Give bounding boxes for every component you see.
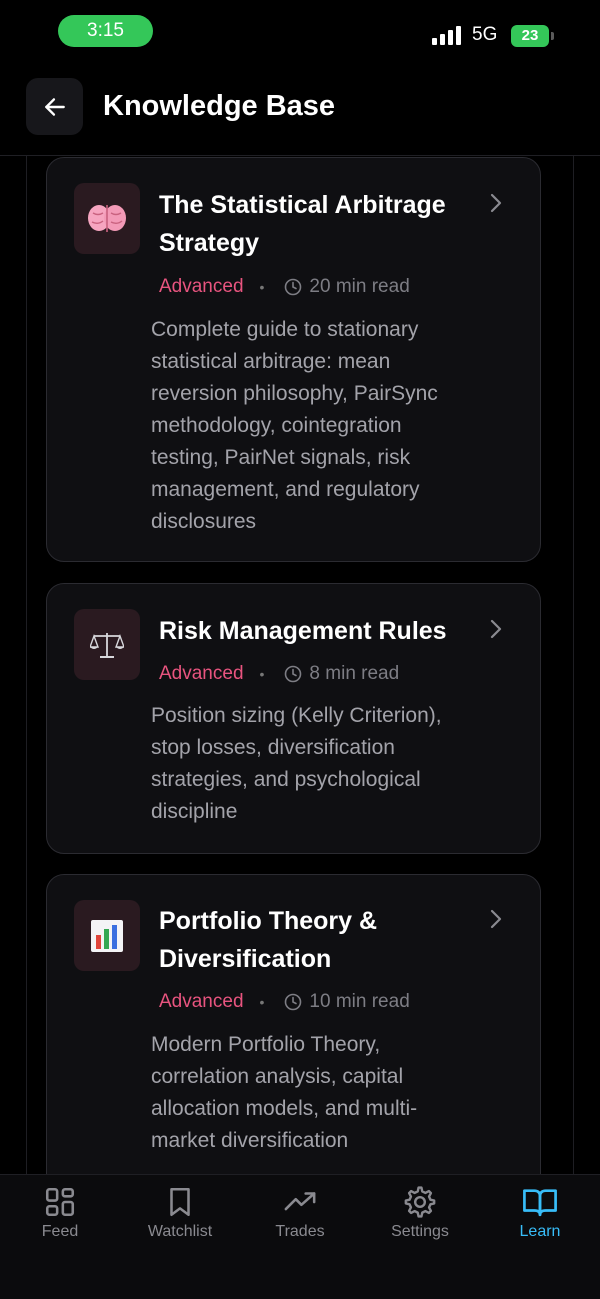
article-title-line: Risk Management Rules bbox=[159, 617, 447, 645]
brain-icon bbox=[74, 183, 140, 254]
battery-tip bbox=[551, 32, 554, 40]
article-card-risk-management[interactable]: Risk Management Rules Advanced • 8 min r… bbox=[46, 583, 541, 854]
nav-settings[interactable]: Settings bbox=[360, 1185, 480, 1255]
nav-label: Settings bbox=[391, 1223, 449, 1240]
article-meta: Advanced • 10 min read bbox=[159, 989, 410, 1015]
chevron-right-icon bbox=[490, 619, 502, 639]
article-meta: Advanced • 20 min read bbox=[159, 274, 410, 300]
description-line: testing, PairNet signals, risk bbox=[151, 446, 411, 469]
clock-icon bbox=[285, 993, 302, 1011]
description-line: reversion philosophy, PairSync bbox=[151, 382, 438, 405]
arrow-left-icon bbox=[44, 97, 65, 116]
description-line: allocation models, and multi- bbox=[151, 1097, 418, 1120]
header: Knowledge Base bbox=[0, 66, 600, 156]
nav-label: Feed bbox=[41, 1223, 79, 1240]
bar-chart-icon bbox=[74, 900, 140, 971]
article-title-line: Diversification bbox=[159, 945, 332, 973]
bookmark-icon bbox=[170, 1187, 190, 1217]
balance-scale-icon-graphic bbox=[90, 632, 124, 658]
brain-icon-graphic bbox=[88, 204, 126, 232]
article-title-line: The Statistical Arbitrage bbox=[159, 191, 446, 219]
balance-scale-icon bbox=[74, 609, 140, 680]
difficulty-badge: Advanced bbox=[159, 663, 244, 684]
nav-label: Learn bbox=[519, 1223, 561, 1240]
article-meta: Advanced • 8 min read bbox=[159, 661, 399, 687]
article-description: Position sizing (Kelly Criterion), stop … bbox=[151, 700, 496, 828]
battery-icon: 23 bbox=[511, 25, 549, 47]
meta-separator: • bbox=[259, 279, 265, 295]
nav-label: Trades bbox=[275, 1223, 325, 1240]
description-line: management, and regulatory bbox=[151, 478, 420, 501]
screen: 3:15 5G 23 Knowledge Base The Statistica… bbox=[0, 0, 600, 1299]
read-time: 8 min read bbox=[309, 663, 400, 684]
content-rail-right bbox=[573, 156, 574, 1174]
description-line: statistical arbitrage: mean bbox=[151, 350, 391, 373]
article-description: Modern Portfolio Theory, correlation ana… bbox=[151, 1029, 496, 1157]
clock-icon bbox=[285, 278, 302, 296]
description-line: stop losses, diversification bbox=[151, 736, 395, 759]
article-card-portfolio-theory[interactable]: Portfolio Theory & Diversification Advan… bbox=[46, 874, 541, 1174]
bar-chart-icon-graphic bbox=[91, 919, 123, 952]
nav-feed[interactable]: Feed bbox=[0, 1185, 120, 1255]
description-line: Complete guide to stationary bbox=[151, 318, 419, 341]
bottom-nav: Feed Watchlist Trades Settings Learn bbox=[0, 1174, 600, 1299]
read-time: 20 min read bbox=[309, 276, 410, 297]
page-title: Knowledge Base bbox=[103, 90, 336, 122]
description-line: market diversification bbox=[151, 1129, 349, 1152]
article-card-stat-arb[interactable]: The Statistical Arbitrage Strategy Advan… bbox=[46, 157, 541, 562]
difficulty-badge: Advanced bbox=[159, 276, 244, 297]
article-list[interactable]: The Statistical Arbitrage Strategy Advan… bbox=[0, 156, 600, 1174]
grid-icon bbox=[45, 1187, 75, 1217]
meta-separator: • bbox=[259, 994, 265, 1010]
battery-level: 23 bbox=[521, 27, 539, 44]
article-title: Risk Management Rules bbox=[159, 612, 489, 650]
trending-up-icon bbox=[284, 1192, 316, 1211]
network-label: 5G bbox=[472, 24, 498, 45]
description-line: Modern Portfolio Theory, bbox=[151, 1033, 381, 1056]
meta-separator: • bbox=[259, 666, 265, 682]
chevron-right-icon bbox=[490, 909, 502, 929]
book-open-icon bbox=[523, 1189, 557, 1217]
content-rail-left bbox=[26, 156, 27, 1174]
read-time: 10 min read bbox=[309, 991, 410, 1012]
article-title: The Statistical Arbitrage Strategy bbox=[159, 186, 489, 262]
article-title-line: Portfolio Theory & bbox=[159, 907, 378, 935]
article-description: Complete guide to stationary statistical… bbox=[151, 314, 496, 538]
signal-icon bbox=[432, 25, 462, 45]
description-line: strategies, and psychological bbox=[151, 768, 421, 791]
nav-watchlist[interactable]: Watchlist bbox=[120, 1185, 240, 1255]
description-line: correlation analysis, capital bbox=[151, 1065, 404, 1088]
article-title: Portfolio Theory & Diversification bbox=[159, 902, 489, 978]
difficulty-badge: Advanced bbox=[159, 991, 244, 1012]
description-line: Position sizing (Kelly Criterion), bbox=[151, 704, 442, 727]
description-line: disclosures bbox=[151, 510, 257, 533]
article-title-line: Strategy bbox=[159, 229, 260, 257]
status-bar: 3:15 5G 23 bbox=[0, 0, 600, 66]
back-button[interactable] bbox=[26, 78, 83, 135]
description-line: discipline bbox=[151, 800, 238, 823]
nav-trades[interactable]: Trades bbox=[240, 1185, 360, 1255]
gear-icon bbox=[404, 1186, 436, 1218]
clock-icon bbox=[285, 665, 302, 683]
nav-label: Watchlist bbox=[147, 1223, 213, 1240]
status-time: 3:15 bbox=[58, 15, 153, 47]
chevron-right-icon bbox=[490, 193, 502, 213]
description-line: methodology, cointegration bbox=[151, 414, 402, 437]
nav-learn[interactable]: Learn bbox=[480, 1185, 600, 1255]
